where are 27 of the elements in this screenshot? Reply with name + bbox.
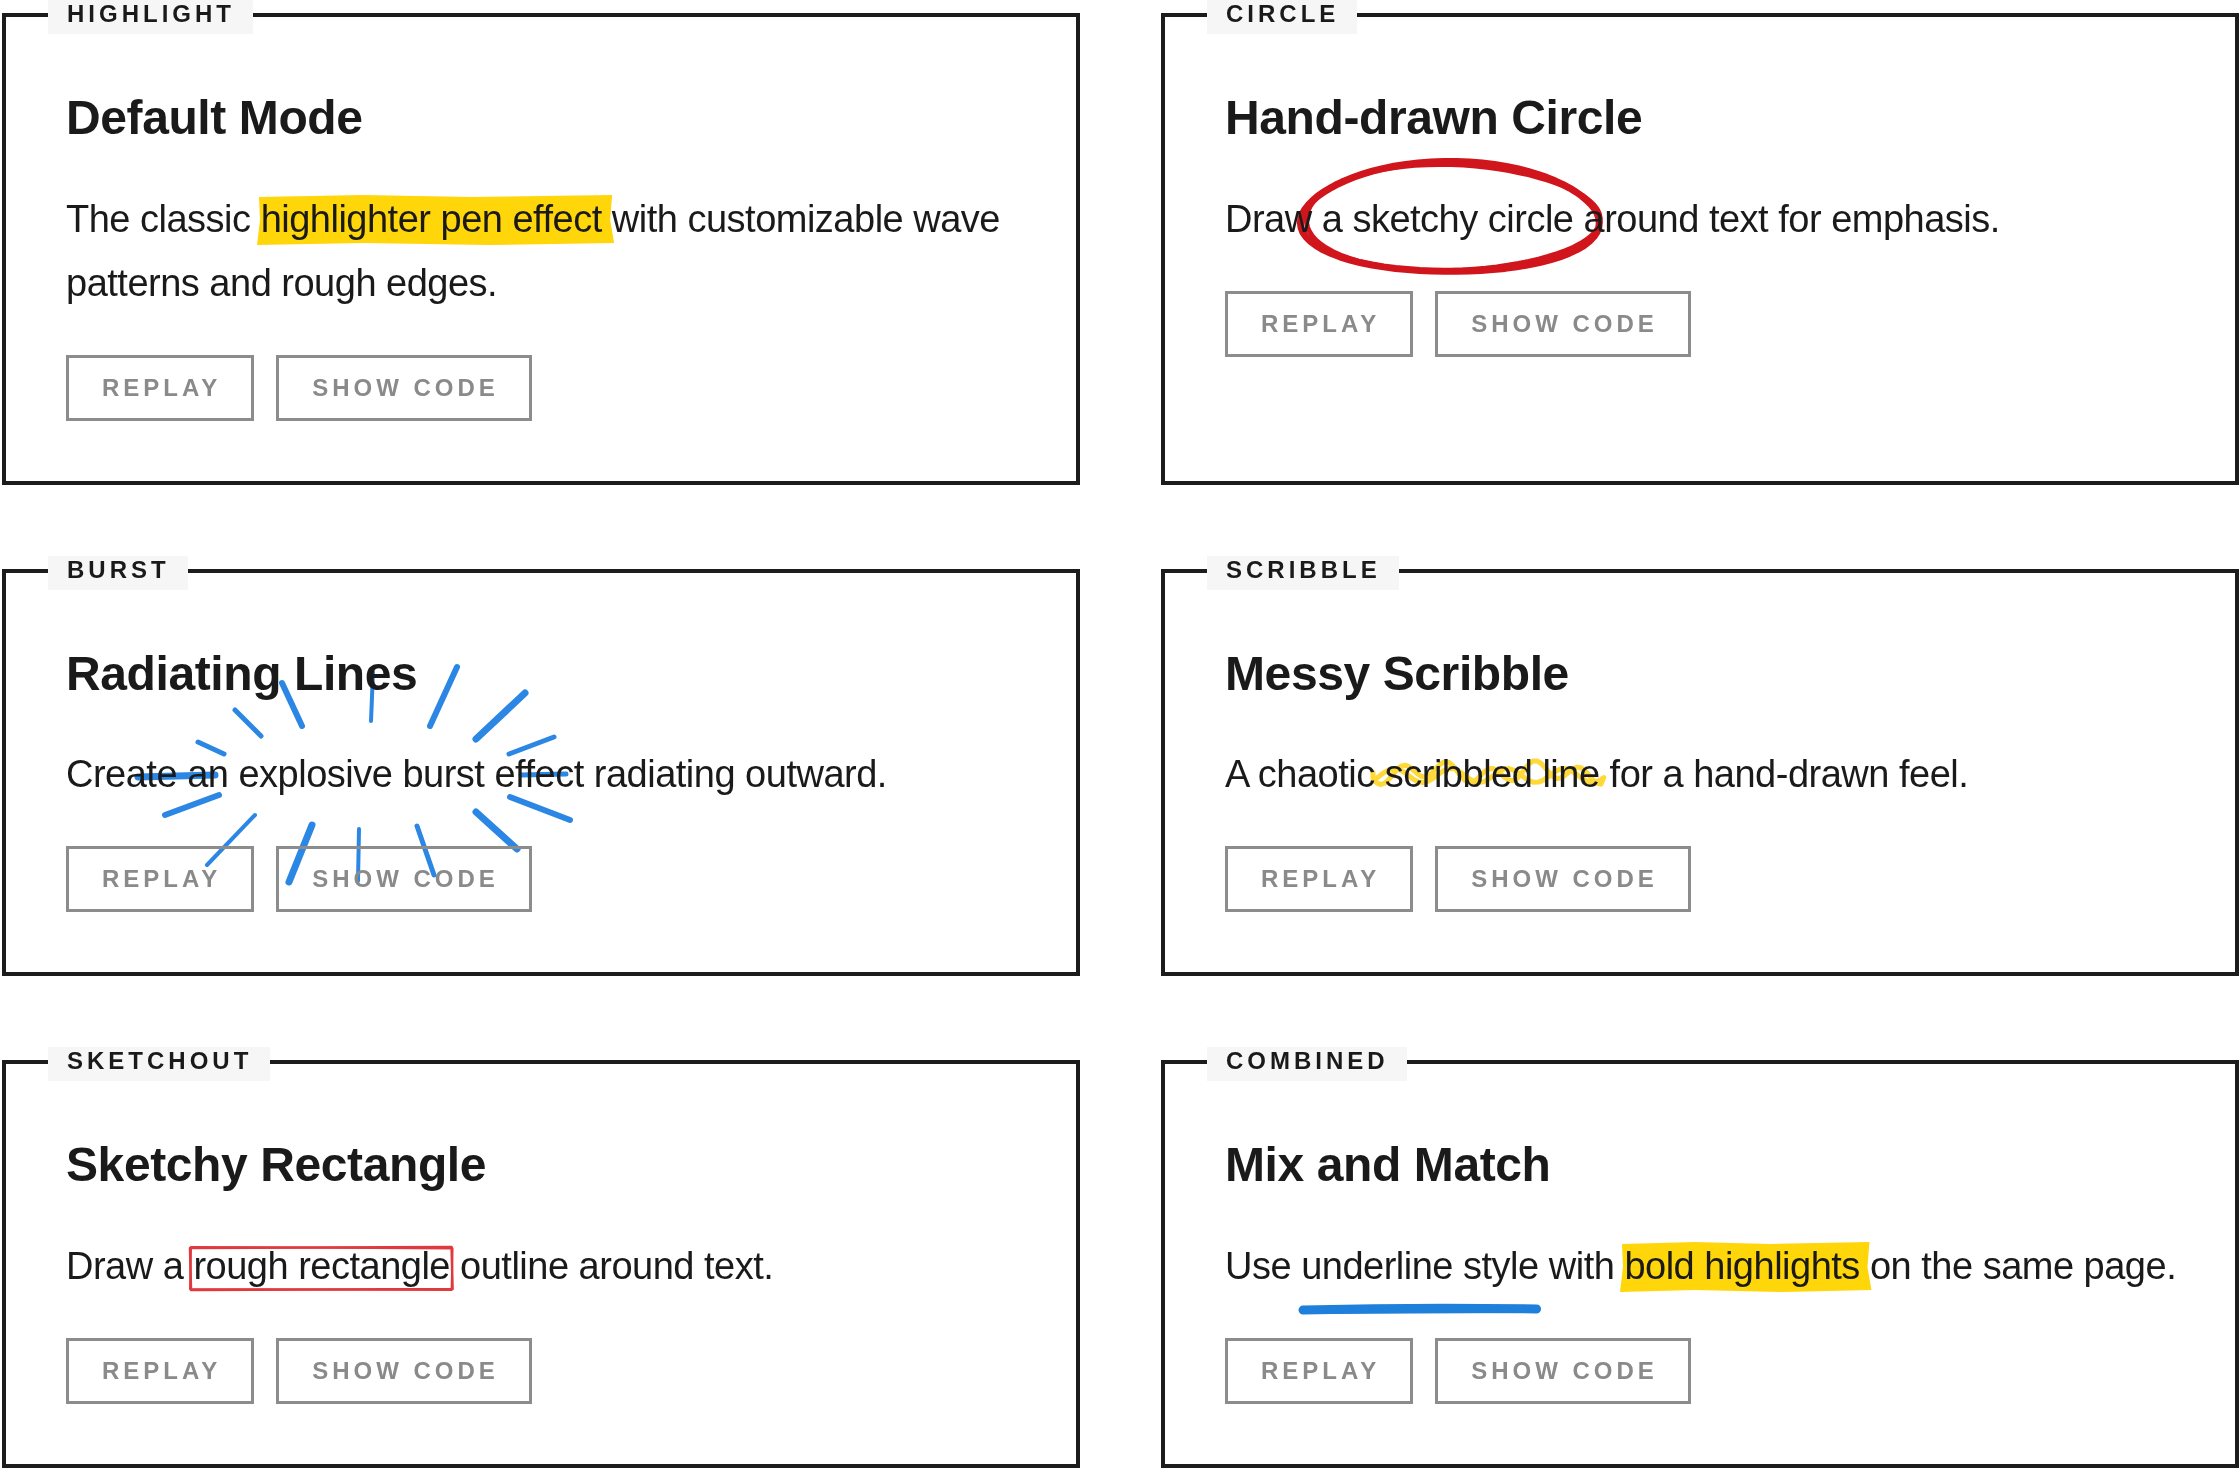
- card-title: Messy Scribble: [1225, 645, 1570, 702]
- card-description: Use underline style with bold highlights on the same page.: [1225, 1243, 2178, 1289]
- replay-button[interactable]: REPLAY: [1225, 290, 1414, 357]
- card-description: The classic highlighter pen effect with customizable wave patterns and rough edges.: [66, 196, 1001, 306]
- show-code-button[interactable]: SHOW CODE: [276, 354, 532, 421]
- card-title: Radiating Lines: [66, 645, 419, 702]
- show-code-button[interactable]: SHOW CODE: [276, 1337, 532, 1404]
- show-code-button[interactable]: SHOW CODE: [276, 846, 532, 913]
- category-label: CIRCLE: [1207, 0, 1358, 34]
- category-label: SKETCHOUT: [48, 1047, 271, 1082]
- show-code-button[interactable]: SHOW CODE: [1435, 290, 1691, 357]
- card-description: Draw a rough rectangle outline around text.: [66, 1243, 775, 1289]
- show-code-button[interactable]: SHOW CODE: [1435, 846, 1691, 913]
- replay-button[interactable]: REPLAY: [1225, 846, 1414, 913]
- card-title: Sketchy Rectangle: [66, 1137, 488, 1194]
- category-label: SCRIBBLE: [1207, 555, 1399, 590]
- card-title: Default Mode: [66, 90, 364, 146]
- card-title: Hand-drawn Circle: [1225, 90, 1644, 146]
- show-code-button[interactable]: SHOW CODE: [1435, 1337, 1691, 1404]
- replay-button[interactable]: REPLAY: [66, 846, 255, 913]
- replay-button[interactable]: REPLAY: [1225, 1337, 1414, 1404]
- category-label: HIGHLIGHT: [48, 0, 253, 34]
- category-label: COMBINED: [1207, 1047, 1407, 1082]
- category-label: BURST: [48, 555, 188, 590]
- card-title: Mix and Match: [1225, 1137, 1552, 1194]
- replay-button[interactable]: REPLAY: [66, 1337, 255, 1404]
- replay-button[interactable]: REPLAY: [66, 354, 255, 421]
